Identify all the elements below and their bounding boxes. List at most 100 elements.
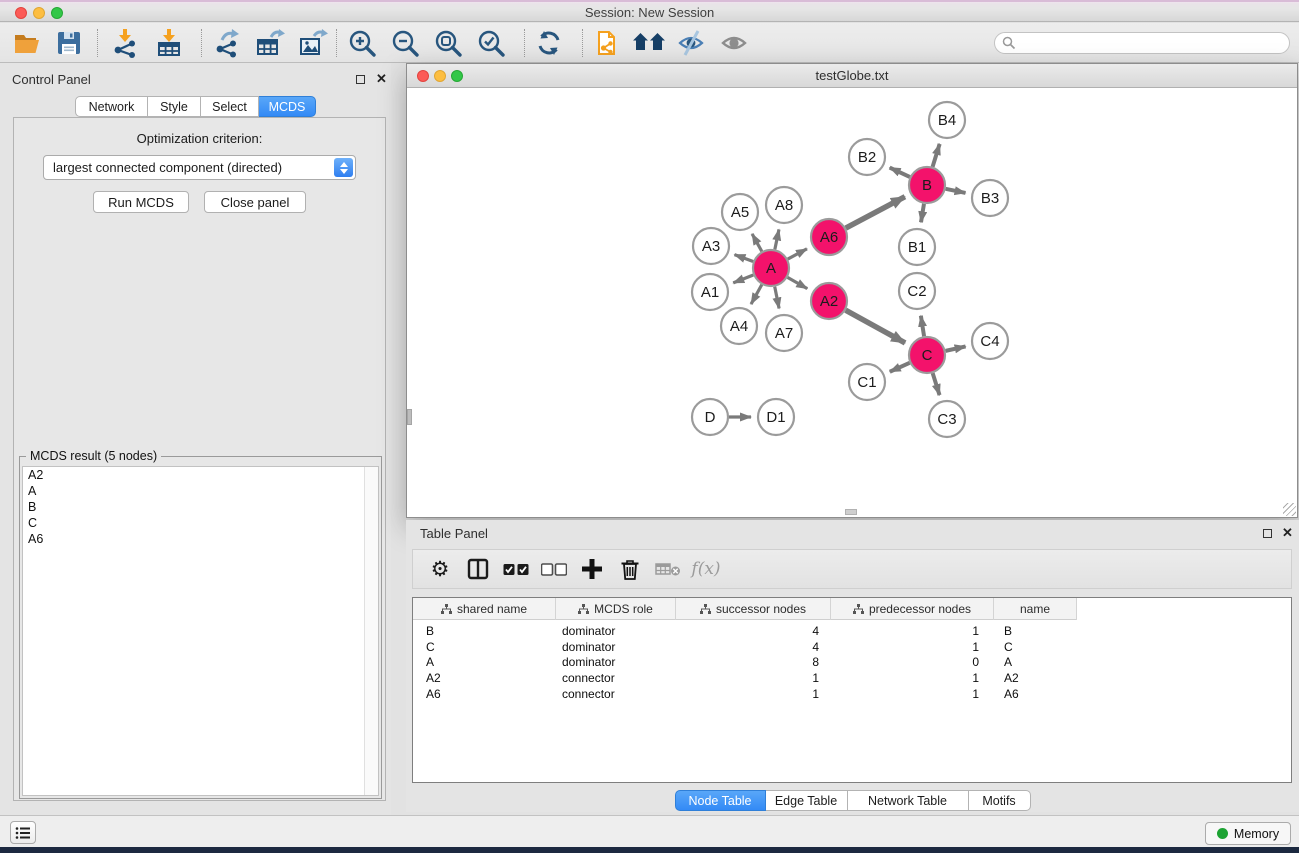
graph-edge-C-C3[interactable] [933,373,940,395]
graph-edge-C-C2[interactable] [921,316,924,337]
zoom-out-icon[interactable] [384,26,426,60]
zoom-selected-region-icon[interactable] [470,26,512,60]
graph-edge-A-A8[interactable] [775,229,779,249]
style-wizard-icon[interactable] [670,26,712,60]
table-row-a[interactable]: Adominator80A [413,654,1077,670]
graph-edge-C-C1[interactable] [890,363,910,372]
graph-node-B[interactable]: B [909,167,945,203]
table-row-a6[interactable]: A6connector11A6 [413,686,1077,702]
function-builder-icon[interactable]: f(x) [687,559,725,579]
save-session-icon[interactable] [48,26,90,60]
search-input[interactable] [1016,36,1289,50]
column-header-shared-name[interactable]: shared name [413,598,556,620]
result-item-c[interactable]: C [23,515,378,531]
criterion-dropdown[interactable]: largest connected component (directed) [43,155,356,180]
horizontal-scrollbar-thumb[interactable] [845,509,857,515]
graph-edge-B-B4[interactable] [933,144,940,167]
graph-edge-B-B3[interactable] [946,189,966,193]
graph-edge-A-A6[interactable] [788,249,807,259]
delete-column-icon[interactable] [611,558,649,580]
graph-edge-A-A1[interactable] [733,275,753,283]
result-item-b[interactable]: B [23,499,378,515]
result-item-a2[interactable]: A2 [23,467,378,483]
graph-edge-A-A7[interactable] [775,287,779,309]
graph-node-C[interactable]: C [909,337,945,373]
vertical-scrollbar-thumb[interactable] [407,409,412,425]
graph-node-B3[interactable]: B3 [972,180,1008,216]
search-field[interactable] [994,32,1290,54]
graph-edge-A-A2[interactable] [788,277,808,288]
window-resize-handle[interactable] [1283,503,1296,516]
graph-edge-A-A5[interactable] [752,234,762,252]
tab-node-table[interactable]: Node Table [675,790,766,811]
graph-node-C4[interactable]: C4 [972,323,1008,359]
tab-network-table[interactable]: Network Table [848,790,969,811]
result-list-scrollbar[interactable] [364,467,378,795]
tab-style[interactable]: Style [148,96,201,117]
graph-edge-C-C4[interactable] [946,346,966,350]
table-row-b[interactable]: Bdominator41B [413,623,1077,639]
tab-motifs[interactable]: Motifs [969,790,1031,811]
result-item-a[interactable]: A [23,483,378,499]
export-network-icon[interactable] [206,26,248,60]
column-header-name[interactable]: name [994,598,1077,620]
add-column-icon[interactable] [573,558,611,580]
zoom-fit-content-icon[interactable] [427,26,469,60]
graph-node-C1[interactable]: C1 [849,364,885,400]
tab-edge-table[interactable]: Edge Table [766,790,848,811]
import-network-from-file-icon[interactable] [104,26,146,60]
graph-node-A5[interactable]: A5 [722,194,758,230]
close-panel-button[interactable]: Close panel [204,191,306,213]
result-item-a6[interactable]: A6 [23,531,378,547]
graph-node-D[interactable]: D [692,399,728,435]
graph-node-C3[interactable]: C3 [929,401,965,437]
open-session-icon[interactable] [6,26,48,60]
graph-node-B1[interactable]: B1 [899,229,935,265]
select-all-rows-icon[interactable] [497,563,535,576]
graph-node-A8[interactable]: A8 [766,187,802,223]
graph-edge-A2-C[interactable] [846,310,905,343]
task-history-button[interactable] [10,821,36,844]
float-table-panel-icon[interactable] [1263,529,1272,538]
zoom-in-icon[interactable] [341,26,383,60]
delete-table-icon[interactable] [649,562,687,577]
table-row-c[interactable]: Cdominator41C [413,639,1077,655]
graph-node-C2[interactable]: C2 [899,273,935,309]
deselect-all-rows-icon[interactable] [535,563,573,576]
tab-mcds[interactable]: MCDS [259,96,316,117]
home-view-icon[interactable] [628,26,670,60]
graph-edge-A6-B[interactable] [846,197,905,228]
network-canvas[interactable]: B4B2BB3A5A8A6A3B1AA1C2A2A4A7C4CC1C3DD1 [407,88,1297,517]
graph-node-B2[interactable]: B2 [849,139,885,175]
column-header-successor-nodes[interactable]: successor nodes [676,598,831,620]
network-from-selected-file-icon[interactable] [587,26,629,60]
import-table-from-file-icon[interactable] [148,26,190,60]
graph-edge-B-B1[interactable] [921,204,924,223]
export-image-icon[interactable] [292,26,334,60]
table-row-a2[interactable]: A2connector11A2 [413,670,1077,686]
graph-node-A2[interactable]: A2 [811,283,847,319]
graph-node-D1[interactable]: D1 [758,399,794,435]
memory-button[interactable]: Memory [1205,822,1291,845]
graph-node-A4[interactable]: A4 [721,308,757,344]
table-options-gear-icon[interactable]: ⚙ [421,557,459,581]
run-mcds-button[interactable]: Run MCDS [93,191,189,213]
graph-node-A7[interactable]: A7 [766,315,802,351]
column-header-mcds-role[interactable]: MCDS role [556,598,676,620]
close-panel-icon[interactable]: ✕ [376,74,387,83]
show-column-icon[interactable] [459,558,497,580]
show-graphics-details-icon[interactable] [713,26,755,60]
tab-network[interactable]: Network [75,96,148,117]
close-table-panel-icon[interactable]: ✕ [1282,528,1293,537]
graph-edge-B-B2[interactable] [890,168,910,177]
tab-select[interactable]: Select [201,96,259,117]
refresh-network-view-icon[interactable] [528,26,570,60]
export-table-icon[interactable] [249,26,291,60]
column-header-predecessor-nodes[interactable]: predecessor nodes [831,598,994,620]
float-panel-icon[interactable] [356,75,365,84]
network-window-titlebar[interactable]: testGlobe.txt [407,64,1297,88]
graph-edge-A-A4[interactable] [751,285,762,304]
graph-node-A1[interactable]: A1 [692,274,728,310]
graph-node-A[interactable]: A [753,250,789,286]
graph-node-A6[interactable]: A6 [811,219,847,255]
